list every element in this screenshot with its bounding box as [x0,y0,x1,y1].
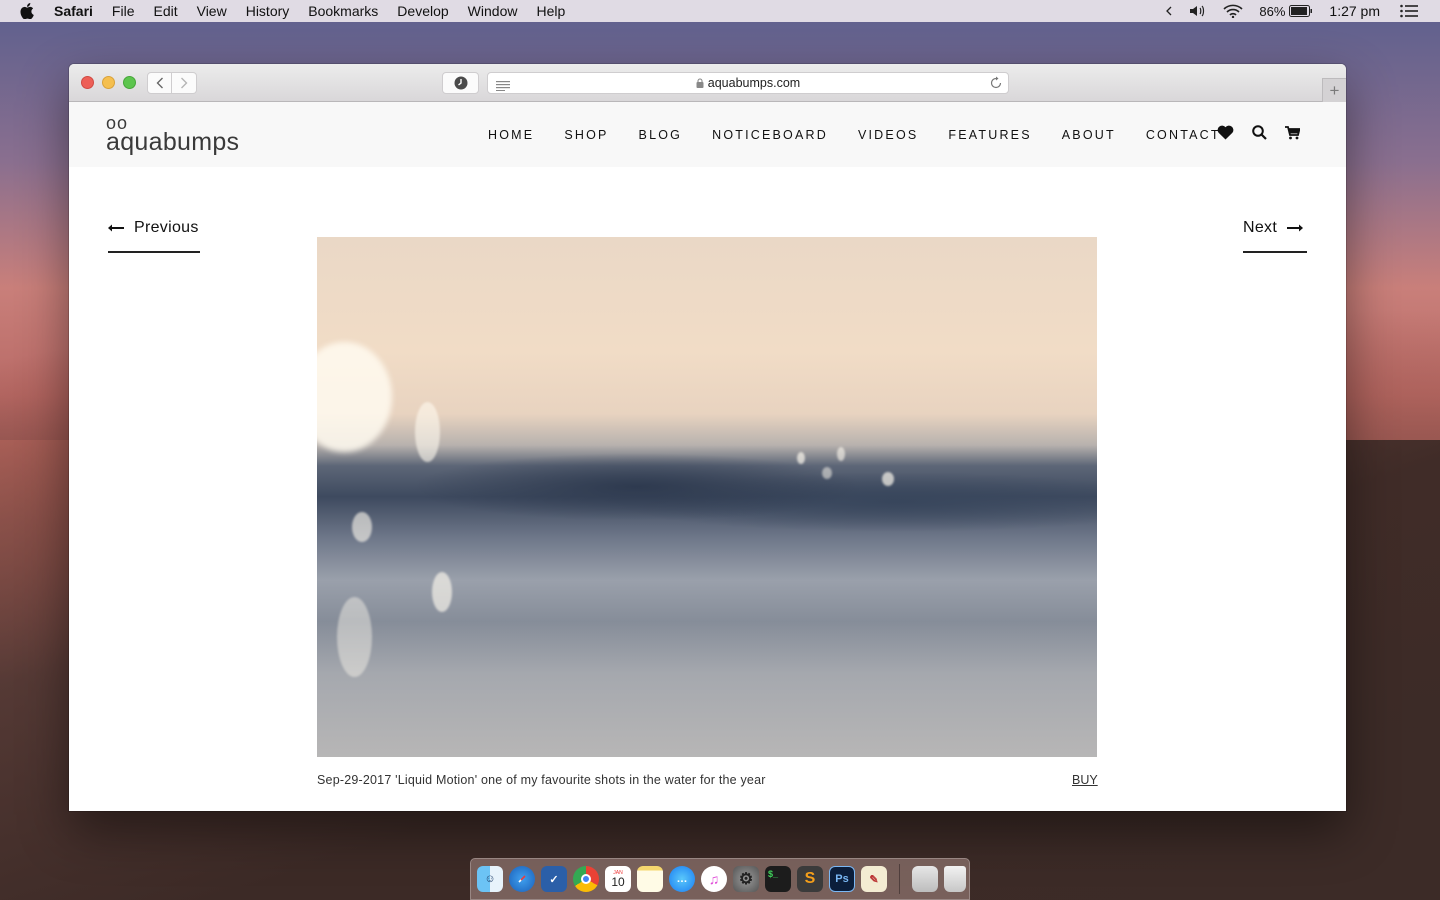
photoshop-label: Ps [835,873,849,885]
dock-safari-icon[interactable] [509,866,535,892]
photo-bokeh [822,467,832,479]
address-bar[interactable]: aquabumps.com [487,72,1009,94]
back-button[interactable] [147,72,172,94]
arrow-right-icon [1287,224,1304,232]
featured-photo[interactable] [317,237,1097,757]
battery-percent: 86% [1259,3,1286,19]
dock-downloads-icon[interactable] [912,866,938,892]
menu-file[interactable]: File [112,3,135,19]
nav-features[interactable]: FEATURES [948,128,1031,142]
dock-photoshop-icon[interactable]: Ps [829,866,855,892]
chevron-left-icon [156,77,163,89]
site-logo[interactable]: oo aquabumps [106,114,240,156]
photo-bokeh [882,472,894,486]
previous-post-link[interactable]: Previous [108,219,200,253]
clock-icon [454,76,467,90]
nav-about[interactable]: ABOUT [1062,128,1116,142]
notification-center-icon[interactable] [1400,4,1418,18]
logo-wordmark: aquabumps [106,128,240,156]
main-nav: HOME SHOP BLOG NOTICEBOARD VIDEOS FEATUR… [488,128,1251,142]
dock-tasks-icon[interactable]: ✓ [541,866,567,892]
menu-help[interactable]: Help [536,3,565,19]
dock-sublime-text-icon[interactable]: S [797,866,823,892]
dock-chrome-icon[interactable] [573,866,599,892]
dock-messages-icon[interactable]: … [669,866,695,892]
nav-noticeboard[interactable]: NOTICEBOARD [712,128,828,142]
terminal-prompt: $_ [768,869,779,879]
url-text: aquabumps.com [707,76,801,90]
menu-bookmarks[interactable]: Bookmarks [308,3,378,19]
status-area: 86% 1:27 pm [1165,0,1440,22]
dock-calendar-icon[interactable]: JAN 10 [605,866,631,892]
photo-bokeh [337,597,372,677]
dock-notes-icon[interactable] [637,866,663,892]
nav-videos[interactable]: VIDEOS [858,128,918,142]
next-label: Next [1243,219,1278,236]
window-controls [81,76,136,89]
menu-view[interactable]: View [197,3,227,19]
next-post-link[interactable]: Next [1243,219,1307,253]
dock-finder-icon[interactable]: ☺ [477,866,503,892]
battery-status[interactable]: 86% [1259,4,1313,19]
menu-app-name[interactable]: Safari [54,3,93,19]
buy-link[interactable]: BUY [1072,773,1098,787]
chevron-left-icon[interactable] [1165,6,1173,16]
photo-bokeh [837,447,845,461]
previous-label: Previous [134,219,199,236]
reload-icon[interactable] [989,76,1003,95]
battery-icon [1289,5,1313,17]
forward-button[interactable] [172,72,197,94]
menu-edit[interactable]: Edit [153,3,177,19]
arrow-left-icon [108,224,124,232]
history-button[interactable] [442,72,479,94]
photo-bokeh [797,452,805,464]
menu-window[interactable]: Window [468,3,518,19]
calendar-day: 10 [611,874,625,889]
photo-bokeh [415,402,440,462]
clock[interactable]: 1:27 pm [1329,3,1380,19]
lock-icon [696,77,704,91]
heart-icon[interactable] [1217,125,1234,145]
menu-history[interactable]: History [246,3,290,19]
photo-bokeh [432,572,452,612]
dock-itunes-icon[interactable]: ♫ [701,866,727,892]
dock-trash-icon[interactable] [944,866,966,892]
url-display[interactable]: aquabumps.com [488,76,1008,91]
apple-menu-icon[interactable] [20,3,38,19]
photo-caption: Sep-29-2017 'Liquid Motion' one of my fa… [317,773,766,787]
nav-blog[interactable]: BLOG [639,128,683,142]
cart-icon[interactable] [1285,125,1301,145]
new-tab-button[interactable]: + [1322,78,1346,102]
menu-develop[interactable]: Develop [397,3,448,19]
wifi-icon[interactable] [1223,4,1243,18]
dock-preview-icon[interactable]: ✎ [861,866,887,892]
browser-toolbar: aquabumps.com + [69,64,1346,102]
dock-separator [899,864,900,894]
volume-icon[interactable] [1189,4,1207,18]
dock-system-preferences-icon[interactable]: ⚙ [733,866,759,892]
site-header: oo aquabumps HOME SHOP BLOG NOTICEBOARD … [69,102,1346,167]
chevron-right-icon [181,77,188,89]
menu-bar: Safari File Edit View History Bookmarks … [0,0,1440,22]
dock-terminal-icon[interactable]: $_ [765,866,791,892]
browser-window: aquabumps.com + oo aquabumps HOME SHOP B… [69,64,1346,811]
search-icon[interactable] [1252,125,1267,145]
close-window-button[interactable] [81,76,94,89]
dock: ☺ ✓ JAN 10 … ♫ ⚙ $_ S Ps ✎ [470,858,970,900]
photo-bokeh [352,512,372,542]
minimize-window-button[interactable] [102,76,115,89]
nav-home[interactable]: HOME [488,128,534,142]
nav-shop[interactable]: SHOP [564,128,608,142]
post-content: Previous Next Sep-29-2017 'Liquid Motion… [69,167,1346,811]
history-navigation [147,72,197,94]
header-actions [1217,125,1301,145]
nav-contact[interactable]: CONTACT [1146,128,1221,142]
maximize-window-button[interactable] [123,76,136,89]
